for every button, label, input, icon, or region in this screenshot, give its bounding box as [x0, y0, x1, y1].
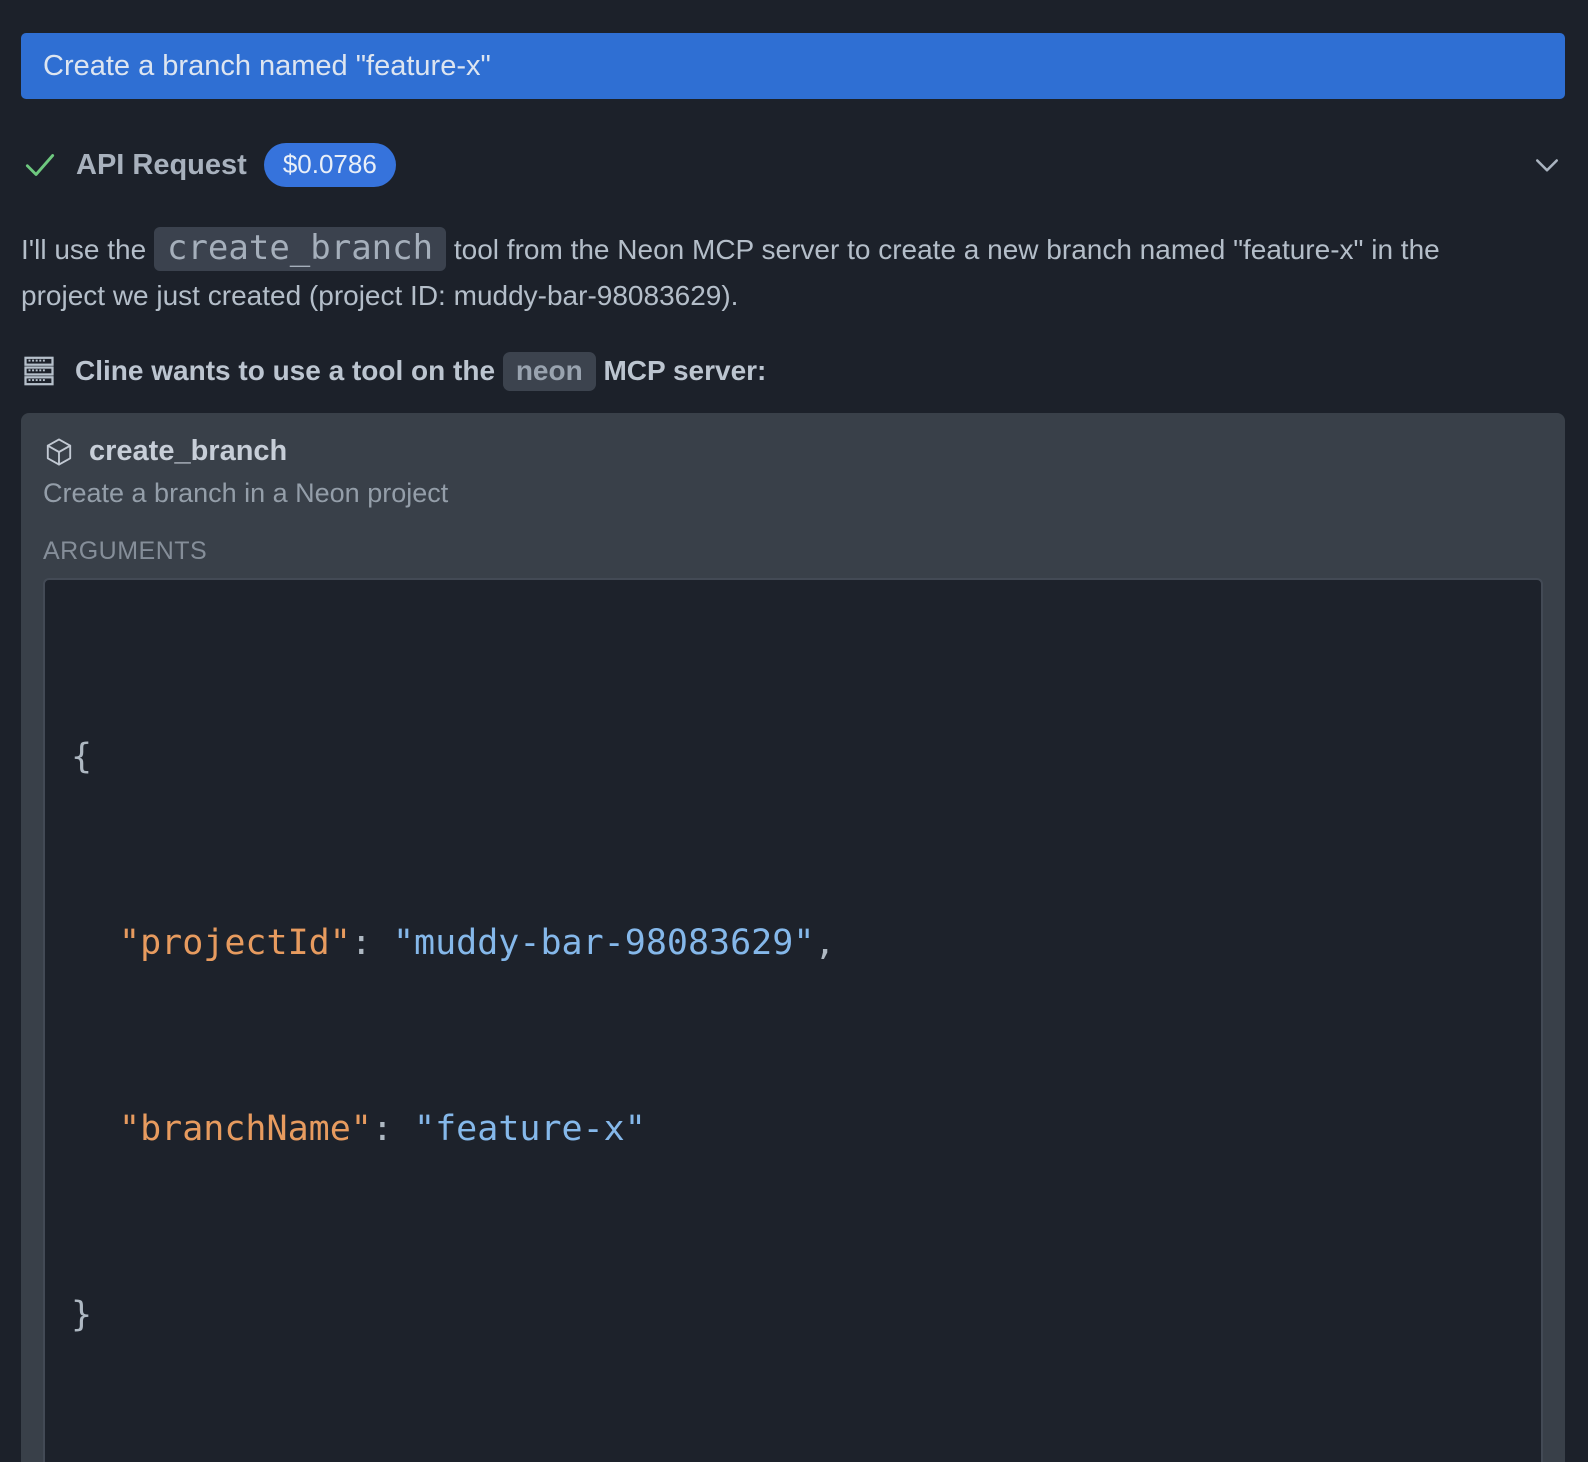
json-line-projectid: "projectId": "muddy-bar-98083629", [71, 912, 1515, 974]
json-line-close: } [71, 1284, 1515, 1346]
arguments-json-block: { "projectId": "muddy-bar-98083629", "br… [43, 578, 1543, 1462]
tool-request-card: create_branch Create a branch in a Neon … [21, 413, 1565, 1462]
api-request-label: API Request [76, 149, 247, 182]
user-message-text: Create a branch named "feature-x" [43, 50, 491, 83]
tool-name: create_branch [89, 435, 287, 468]
chevron-down-icon[interactable] [1529, 147, 1565, 183]
json-line-branchname: "branchName": "feature-x" [71, 1098, 1515, 1160]
tool-description: Create a branch in a Neon project [43, 478, 1543, 509]
tool-use-banner: Cline wants to use a tool on the neon MC… [21, 353, 1565, 389]
server-name-chip: neon [503, 352, 596, 391]
tool-card-header: create_branch [43, 435, 1543, 468]
inline-code-create-branch: create_branch [154, 227, 446, 271]
arguments-label: ARGUMENTS [43, 537, 1543, 566]
json-line-open: { [71, 726, 1515, 788]
chat-task-view: Create a branch named "feature-x" API Re… [0, 0, 1588, 1462]
api-request-row-1[interactable]: API Request $0.0786 [21, 143, 1565, 187]
api-cost-badge: $0.0786 [264, 143, 396, 186]
mcp-server-icon [21, 353, 57, 389]
check-icon [21, 146, 59, 184]
user-message-bar[interactable]: Create a branch named "feature-x" [21, 33, 1565, 99]
cube-icon [43, 436, 75, 468]
assistant-text-before: I'll use the [21, 234, 146, 265]
tool-banner-text: Cline wants to use a tool on the neon MC… [75, 355, 766, 387]
assistant-message: I'll use the create_branch tool from the… [21, 225, 1501, 319]
